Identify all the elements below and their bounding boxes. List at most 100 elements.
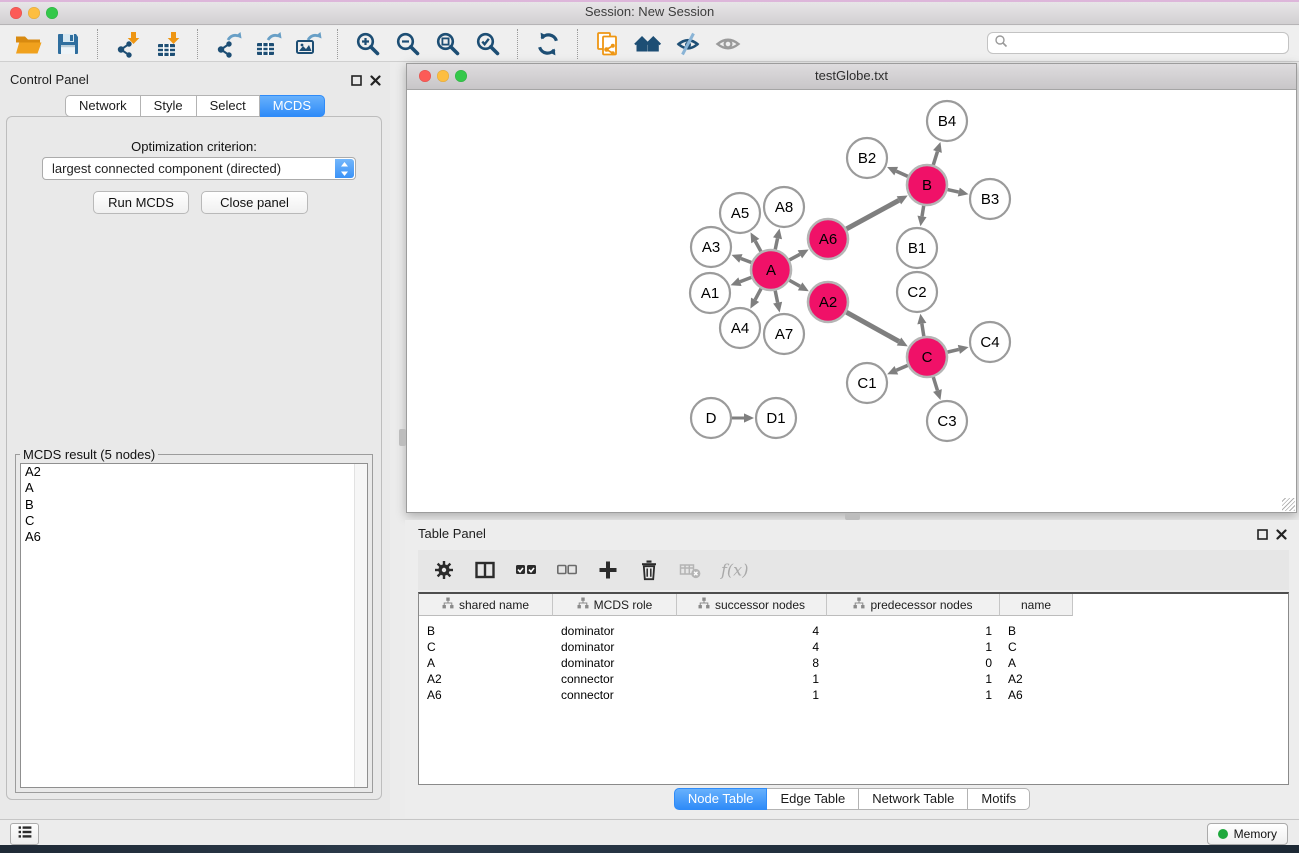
graph-edge-A-A2[interactable]: [789, 280, 800, 286]
graph-node-A8[interactable]: A8: [764, 187, 804, 227]
graph-edge-C-C1[interactable]: [896, 365, 907, 370]
tab-select[interactable]: Select: [197, 95, 260, 117]
tab-style[interactable]: Style: [141, 95, 197, 117]
table-cell[interactable]: connector: [553, 672, 677, 686]
graph-edge-C-C2[interactable]: [922, 324, 924, 337]
export-image-icon[interactable]: [291, 29, 325, 59]
search-input[interactable]: [1008, 34, 1288, 52]
table-row[interactable]: Cdominator41C: [419, 639, 1288, 655]
table-cell[interactable]: dominator: [553, 640, 677, 654]
graph-edge-A-A4[interactable]: [755, 289, 761, 300]
tab-network[interactable]: Network: [65, 95, 141, 117]
refresh-icon[interactable]: [531, 29, 565, 59]
table-cell[interactable]: B: [419, 624, 553, 638]
result-scrollbar[interactable]: [354, 464, 367, 787]
graph-node-A3[interactable]: A3: [691, 227, 731, 267]
graph-edge-A-A5[interactable]: [755, 241, 761, 251]
vertical-splitter-handle[interactable]: [399, 429, 406, 446]
table-cell[interactable]: A: [1000, 656, 1073, 670]
delete-column-icon[interactable]: [638, 559, 660, 581]
select-unchecked-icon[interactable]: [556, 559, 578, 581]
float-table-panel-icon[interactable]: [1257, 527, 1268, 545]
table-row[interactable]: Adominator80A: [419, 655, 1288, 671]
column-header-predecessor-nodes[interactable]: predecessor nodes: [827, 594, 1000, 616]
table-row[interactable]: A2connector11A2: [419, 671, 1288, 687]
graph-edge-A2-C[interactable]: [846, 312, 899, 341]
clone-network-icon[interactable]: [591, 29, 625, 59]
table-row[interactable]: Bdominator41B: [419, 623, 1288, 639]
table-cell[interactable]: A: [419, 656, 553, 670]
graph-edge-A6-B[interactable]: [846, 200, 898, 229]
add-column-icon[interactable]: [597, 559, 619, 581]
home-neighbors-icon[interactable]: [631, 29, 665, 59]
table-cell[interactable]: A2: [419, 672, 553, 686]
tab-motifs[interactable]: Motifs: [968, 788, 1030, 810]
graph-edge-A-A7[interactable]: [775, 291, 777, 303]
select-checked-icon[interactable]: [515, 559, 537, 581]
graph-node-C2[interactable]: C2: [897, 272, 937, 312]
tab-network-table[interactable]: Network Table: [859, 788, 968, 810]
table-cell[interactable]: C: [1000, 640, 1073, 654]
mcds-result-item[interactable]: C: [21, 513, 367, 529]
network-window-titlebar[interactable]: testGlobe.txt: [407, 64, 1296, 90]
zoom-in-icon[interactable]: [351, 29, 385, 59]
graph-node-D1[interactable]: D1: [756, 398, 796, 438]
table-cell[interactable]: 1: [827, 672, 1000, 686]
mcds-result-item[interactable]: A2: [21, 464, 367, 480]
open-folder-icon[interactable]: [11, 29, 45, 59]
graph-node-B4[interactable]: B4: [927, 101, 967, 141]
graph-edge-A-A8[interactable]: [775, 238, 777, 249]
memory-button[interactable]: Memory: [1207, 823, 1288, 845]
network-canvas[interactable]: B4B2BB3A8A5A6A3B1AA1C2A2A4A7C4CC1DD1C3: [407, 90, 1296, 512]
graph-node-D[interactable]: D: [691, 398, 731, 438]
settings-gear-icon[interactable]: [433, 559, 455, 581]
table-cell[interactable]: 1: [827, 688, 1000, 702]
graph-node-A2[interactable]: A2: [808, 282, 848, 322]
show-all-icon[interactable]: [711, 29, 745, 59]
column-header-shared-name[interactable]: shared name: [419, 594, 553, 616]
graph-node-A5[interactable]: A5: [720, 193, 760, 233]
mcds-result-item[interactable]: B: [21, 497, 367, 513]
import-table-icon[interactable]: [151, 29, 185, 59]
table-row[interactable]: A6connector11A6: [419, 687, 1288, 703]
save-icon[interactable]: [51, 29, 85, 59]
mcds-result-list[interactable]: A2ABCA6: [20, 463, 368, 788]
graph-edge-B-B2[interactable]: [896, 171, 908, 176]
graph-node-A7[interactable]: A7: [764, 314, 804, 354]
float-panel-icon[interactable]: [351, 73, 362, 91]
close-panel-icon[interactable]: [370, 73, 381, 91]
table-cell[interactable]: 1: [677, 672, 827, 686]
column-header-MCDS-role[interactable]: MCDS role: [553, 594, 677, 616]
mcds-result-item[interactable]: A: [21, 480, 367, 496]
table-cell[interactable]: connector: [553, 688, 677, 702]
table-cell[interactable]: 8: [677, 656, 827, 670]
column-header-name[interactable]: name: [1000, 594, 1073, 616]
graph-node-C1[interactable]: C1: [847, 363, 887, 403]
graph-node-A6[interactable]: A6: [808, 219, 848, 259]
table-cell[interactable]: dominator: [553, 624, 677, 638]
graph-node-C4[interactable]: C4: [970, 322, 1010, 362]
column-header-successor-nodes[interactable]: successor nodes: [677, 594, 827, 616]
zoom-fit-icon[interactable]: [431, 29, 465, 59]
run-mcds-button[interactable]: Run MCDS: [93, 191, 189, 214]
hide-selected-icon[interactable]: [671, 29, 705, 59]
export-table-icon[interactable]: [251, 29, 285, 59]
graph-edge-C-C4[interactable]: [947, 349, 958, 352]
graph-edge-A-A1[interactable]: [740, 277, 751, 281]
graph-node-A4[interactable]: A4: [720, 308, 760, 348]
zoom-selected-icon[interactable]: [471, 29, 505, 59]
table-cell[interactable]: 1: [827, 640, 1000, 654]
close-table-panel-icon[interactable]: [1276, 527, 1287, 545]
graph-node-B1[interactable]: B1: [897, 228, 937, 268]
tab-edge-table[interactable]: Edge Table: [767, 788, 859, 810]
criterion-select[interactable]: largest connected component (directed): [42, 157, 356, 180]
table-cell[interactable]: 4: [677, 624, 827, 638]
window-resize-grip[interactable]: [1282, 498, 1295, 511]
table-cell[interactable]: A2: [1000, 672, 1073, 686]
graph-edge-B-B3[interactable]: [947, 190, 958, 193]
table-cell[interactable]: 4: [677, 640, 827, 654]
graph-edge-B-B4[interactable]: [933, 152, 937, 165]
graph-node-B[interactable]: B: [907, 165, 947, 205]
table-cell[interactable]: A6: [419, 688, 553, 702]
table-cell[interactable]: 1: [827, 624, 1000, 638]
